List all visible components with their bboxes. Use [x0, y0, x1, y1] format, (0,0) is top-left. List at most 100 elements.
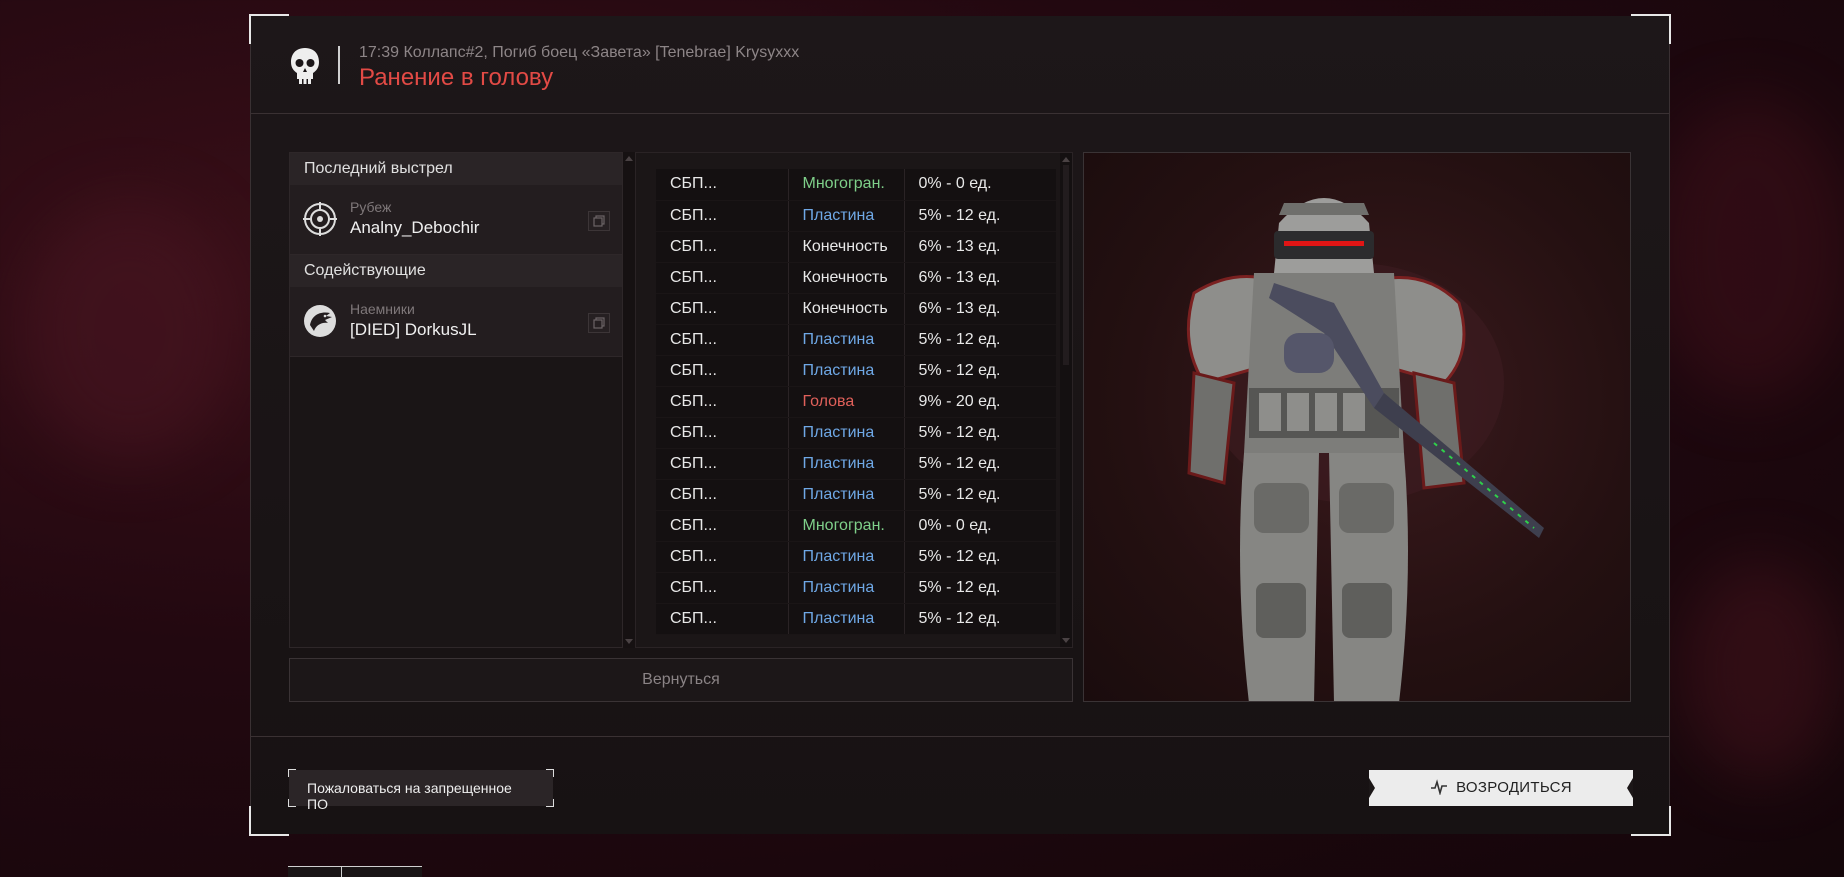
hit-row: СБП... Пластина 5% - 12 ед.	[656, 603, 1056, 635]
hit-damage: 5% - 12 ед.	[904, 200, 1056, 232]
character-model-view	[1083, 152, 1631, 702]
scroll-up-arrow[interactable]	[625, 156, 633, 161]
hit-zone: Конечность	[788, 293, 905, 325]
hit-weapon: СБП...	[656, 293, 789, 325]
hit-row: СБП... Конечность 6% - 13 ед.	[656, 231, 1056, 263]
hit-row: СБП... Конечность 6% - 13 ед.	[656, 293, 1056, 325]
copy-name-button[interactable]	[588, 211, 610, 231]
killer-faction: Рубеж	[350, 199, 392, 215]
killer-name: Analny_Debochir	[350, 218, 480, 237]
hit-row: СБП... Пластина 5% - 12 ед.	[656, 417, 1056, 449]
death-panel: 17:39 Коллапс#2, Погиб боец «Завета» [Te…	[249, 14, 1671, 836]
hit-damage: 9% - 20 ед.	[904, 386, 1056, 418]
footer-divider	[251, 736, 1669, 737]
assists-heading: Содействующие	[290, 255, 622, 287]
back-button[interactable]: Вернуться	[289, 658, 1073, 702]
hit-zone: Многогран.	[788, 510, 905, 542]
hit-zone: Конечность	[788, 231, 905, 263]
table-scrollbar[interactable]	[1060, 153, 1072, 647]
hit-row: СБП... Пластина 5% - 12 ед.	[656, 355, 1056, 387]
hit-row: СБП... Пластина 5% - 12 ед.	[656, 541, 1056, 573]
hit-zone: Пластина	[788, 448, 905, 480]
hit-damage: 5% - 12 ед.	[904, 324, 1056, 356]
last-shot-heading: Последний выстрел	[290, 153, 622, 185]
copy-icon	[593, 215, 605, 227]
pulse-icon	[1431, 779, 1448, 796]
hit-weapon: СБП...	[656, 200, 789, 232]
hit-weapon: СБП...	[656, 603, 789, 635]
scroll-down-arrow[interactable]	[1062, 638, 1070, 643]
hit-row: СБП... Конечность 6% - 13 ед.	[656, 262, 1056, 294]
hit-damage: 5% - 12 ед.	[904, 355, 1056, 387]
hit-damage: 5% - 12 ед.	[904, 479, 1056, 511]
hit-weapon: СБП...	[656, 510, 789, 542]
hit-damage: 6% - 13 ед.	[904, 231, 1056, 263]
report-button-label: Пожаловаться на запрещенное ПО	[307, 780, 512, 812]
hit-zone: Пластина	[788, 541, 905, 573]
hits-table-panel: СБП... Многогран. 0% - 0 ед. СБП... Пластина…	[635, 152, 1073, 648]
respawn-button[interactable]: ВОЗРОДИТЬСЯ	[1369, 770, 1633, 806]
scroll-down-arrow[interactable]	[625, 639, 633, 644]
hit-zone: Пластина	[788, 572, 905, 604]
assist-entry[interactable]: Наемники [DIED] DorkusJL	[290, 287, 622, 357]
report-cheat-button[interactable]: Пожаловаться на запрещенное ПО	[288, 769, 554, 812]
hit-weapon: СБП...	[656, 479, 789, 511]
bottom-tab	[288, 866, 422, 877]
hit-zone: Пластина	[788, 355, 905, 387]
button-bracket	[288, 799, 296, 807]
hit-zone: Пластина	[788, 417, 905, 449]
header-divider	[251, 113, 1669, 114]
copy-name-button[interactable]	[588, 313, 610, 333]
killer-entry[interactable]: Рубеж Analny_Debochir	[290, 185, 622, 255]
frame-corner	[249, 806, 289, 836]
hit-zone: Пластина	[788, 200, 905, 232]
hit-row: СБП... Пластина 5% - 12 ед.	[656, 572, 1056, 604]
tab-separator	[341, 867, 342, 877]
hit-row: СБП... Многогран. 0% - 0 ед.	[656, 510, 1056, 542]
death-cause-title: Ранение в голову	[359, 64, 554, 91]
hit-row: СБП... Голова 9% - 20 ед.	[656, 386, 1056, 418]
skull-icon	[291, 48, 319, 84]
hit-zone: Голова	[788, 386, 905, 418]
list-scrollbar[interactable]	[623, 152, 635, 648]
hit-row: СБП... Пластина 5% - 12 ед.	[656, 448, 1056, 480]
hit-damage: 0% - 0 ед.	[904, 510, 1056, 542]
header-separator	[338, 46, 340, 84]
hit-weapon: СБП...	[656, 355, 789, 387]
hit-damage: 6% - 13 ед.	[904, 262, 1056, 294]
hit-zone: Пластина	[788, 479, 905, 511]
hit-damage: 5% - 12 ед.	[904, 448, 1056, 480]
hit-weapon: СБП...	[656, 262, 789, 294]
copy-icon	[593, 317, 605, 329]
crosshair-emblem-icon	[303, 202, 337, 236]
hit-weapon: СБП...	[656, 169, 789, 201]
scroll-thumb[interactable]	[1063, 165, 1069, 365]
hit-zone: Многогран.	[788, 169, 905, 201]
hit-damage: 5% - 12 ед.	[904, 417, 1056, 449]
hit-weapon: СБП...	[656, 417, 789, 449]
hit-row: СБП... Пластина 5% - 12 ед.	[656, 479, 1056, 511]
hit-damage: 5% - 12 ед.	[904, 572, 1056, 604]
hit-damage: 5% - 12 ед.	[904, 603, 1056, 635]
scroll-up-arrow[interactable]	[1062, 157, 1070, 162]
hit-weapon: СБП...	[656, 572, 789, 604]
hit-zone: Пластина	[788, 603, 905, 635]
hit-row: СБП... Многогран. 0% - 0 ед.	[656, 169, 1056, 201]
respawn-label: ВОЗРОДИТЬСЯ	[1456, 779, 1572, 796]
button-notch	[1369, 778, 1375, 798]
assist-name: [DIED] DorkusJL	[350, 320, 477, 339]
soldier-model-image	[1186, 198, 1544, 701]
hit-zone: Конечность	[788, 262, 905, 294]
hit-weapon: СБП...	[656, 448, 789, 480]
hit-weapon: СБП...	[656, 541, 789, 573]
hit-weapon: СБП...	[656, 324, 789, 356]
hit-damage: 6% - 13 ед.	[904, 293, 1056, 325]
hit-damage: 5% - 12 ед.	[904, 541, 1056, 573]
killers-list: Последний выстрел Рубеж Analny_Debochir …	[289, 152, 623, 648]
hit-weapon: СБП...	[656, 231, 789, 263]
assist-faction: Наемники	[350, 301, 415, 317]
button-bracket	[546, 799, 554, 807]
hit-weapon: СБП...	[656, 386, 789, 418]
hit-row: СБП... Пластина 5% - 12 ед.	[656, 324, 1056, 356]
hit-damage: 0% - 0 ед.	[904, 169, 1056, 201]
